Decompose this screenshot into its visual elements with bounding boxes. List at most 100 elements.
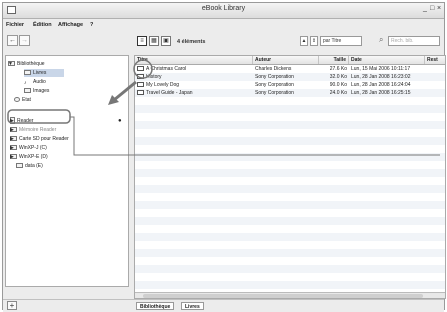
empty-row <box>135 137 445 145</box>
book-icon <box>137 74 144 80</box>
collapse-arrow-icon[interactable]: ▶ <box>10 144 14 152</box>
table-header: Titre Auteur Taille Date Rest <box>135 56 445 65</box>
empty-row <box>135 185 445 193</box>
empty-row <box>135 201 445 209</box>
sidebar-item-status[interactable]: Etat <box>14 96 31 104</box>
books-icon <box>24 70 31 76</box>
empty-row <box>135 129 445 137</box>
table-row[interactable]: My Lovely Dog Sony Corporation 90.0 Ko Lun,… <box>135 81 445 89</box>
status-icon <box>14 97 20 103</box>
cell-title: My Lovely Dog <box>137 81 252 89</box>
menu-bar: Fichier Édition Affichage ? <box>3 19 444 31</box>
sort-arrows-icon[interactable]: ⇕ <box>310 36 318 46</box>
sidebar-item-images[interactable]: Images <box>24 87 49 95</box>
search-icon: ⌕ <box>379 35 384 44</box>
column-author[interactable]: Auteur <box>253 56 319 64</box>
table-row[interactable]: History Sony Corporation 32.0 Ko Lun, 28 Ja… <box>135 73 445 81</box>
cell-size: 90.0 Ko <box>329 82 347 88</box>
drive-icon <box>16 163 23 169</box>
empty-row <box>135 241 445 249</box>
item-count: 4 éléments <box>177 39 206 45</box>
empty-row <box>135 209 445 217</box>
search-input[interactable]: Rech. bib. <box>388 36 440 46</box>
menu-help[interactable]: ? <box>90 22 93 28</box>
column-date[interactable]: Date <box>349 56 425 64</box>
thumbnail-view-icon[interactable]: ▣ <box>161 36 171 46</box>
music-note-icon: ♪ <box>24 80 27 87</box>
sidebar-item-books[interactable]: Livres <box>24 69 64 77</box>
empty-row <box>135 145 445 153</box>
collapse-arrow-icon[interactable]: ▶ <box>10 126 14 134</box>
grid-view-icon[interactable]: ▦ <box>149 36 159 46</box>
scrollbar-thumb[interactable] <box>143 294 423 298</box>
collapse-arrow-icon[interactable]: ▶ <box>10 117 14 125</box>
add-button[interactable]: + <box>7 301 17 310</box>
empty-row <box>135 233 445 241</box>
book-icon <box>137 82 144 88</box>
book-icon <box>137 66 144 72</box>
cell-date: Lun, 28 Jan 2008 16:24:04 <box>351 82 411 88</box>
table-row[interactable]: Travel Guide - Japan Sony Corporation 24.0… <box>135 89 445 97</box>
empty-row <box>135 97 445 105</box>
cell-title: History <box>137 73 252 81</box>
collapse-arrow-icon[interactable]: ▶ <box>10 153 14 161</box>
close-button[interactable]: × <box>437 5 441 12</box>
book-list: Titre Auteur Taille Date Rest A Christma… <box>134 55 446 299</box>
back-button[interactable]: ← <box>7 35 18 46</box>
menu-affichage[interactable]: Affichage <box>58 22 83 28</box>
cell-size: 27.6 Ko <box>329 66 347 72</box>
cell-title: A Christmas Carol <box>137 65 252 73</box>
breadcrumb-library[interactable]: Bibliothèque <box>136 302 175 310</box>
column-rest[interactable]: Rest <box>425 56 445 64</box>
empty-row <box>135 225 445 233</box>
sidebar-item-sd-card[interactable]: ▶ Carte SD pour Reader <box>10 135 69 143</box>
empty-row <box>135 273 445 281</box>
cell-author: Sony Corporation <box>255 82 294 88</box>
window-title: eBook Library <box>201 5 246 12</box>
list-view-icon[interactable]: ≡ <box>137 36 147 46</box>
menu-fichier[interactable]: Fichier <box>6 22 24 28</box>
empty-row <box>135 249 445 257</box>
cell-size: 32.0 Ko <box>329 74 347 80</box>
empty-row <box>135 281 445 289</box>
sort-select[interactable]: par Titre <box>320 36 362 46</box>
sort-direction-icon[interactable]: ▲ <box>300 36 308 46</box>
sidebar: ▼ Bibliothèque Livres ♪ Audio Images Etat… <box>5 55 129 287</box>
cell-date: Lun, 15 Mai 2006 10:11:17 <box>351 66 411 72</box>
sidebar-item-drive-e[interactable]: data (E) <box>16 162 43 170</box>
sidebar-splitter[interactable] <box>130 55 133 287</box>
cell-author: Sony Corporation <box>255 74 294 80</box>
column-title[interactable]: Titre <box>135 56 253 64</box>
eject-icon[interactable]: ● <box>118 117 122 125</box>
empty-row <box>135 265 445 273</box>
empty-row <box>135 193 445 201</box>
table-row[interactable]: A Christmas Carol Charles Dickens 27.6 Ko L… <box>135 65 445 73</box>
horizontal-scrollbar[interactable] <box>135 292 445 298</box>
empty-row <box>135 177 445 185</box>
sidebar-item-library[interactable]: ▼ Bibliothèque <box>8 60 45 68</box>
empty-row <box>135 217 445 225</box>
forward-button[interactable]: → <box>19 35 30 46</box>
maximize-button[interactable]: □ <box>430 5 434 12</box>
column-size[interactable]: Taille <box>319 56 349 64</box>
empty-row <box>135 161 445 169</box>
cell-author: Sony Corporation <box>255 90 294 96</box>
cell-date: Lun, 28 Jan 2008 16:23:02 <box>351 74 411 80</box>
book-icon <box>137 90 144 96</box>
sidebar-item-drive-c[interactable]: ▶ WinXP-J (C) <box>10 144 47 152</box>
collapse-arrow-icon[interactable]: ▶ <box>10 135 14 143</box>
sidebar-item-memory[interactable]: ▶ Mémoire Reader <box>10 126 56 134</box>
sidebar-item-audio[interactable]: ♪ Audio <box>24 78 46 86</box>
breadcrumb-books[interactable]: Livres <box>181 302 204 310</box>
empty-row <box>135 153 445 161</box>
bottom-bar: + Bibliothèque Livres <box>3 299 444 312</box>
expand-arrow-icon[interactable]: ▼ <box>8 60 13 68</box>
cell-title: Travel Guide - Japan <box>137 89 252 97</box>
cell-author: Charles Dickens <box>255 66 292 72</box>
empty-row <box>135 113 445 121</box>
sidebar-item-reader[interactable]: ▶ Reader <box>10 117 33 125</box>
menu-edition[interactable]: Édition <box>33 22 52 28</box>
sidebar-item-drive-d[interactable]: ▶ WinXP-E (D) <box>10 153 48 161</box>
toolbar: ← → ≡ ▦ ▣ 4 éléments ▲ ⇕ par Titre ⌕ Rec… <box>3 33 444 51</box>
minimize-button[interactable]: _ <box>423 5 427 12</box>
